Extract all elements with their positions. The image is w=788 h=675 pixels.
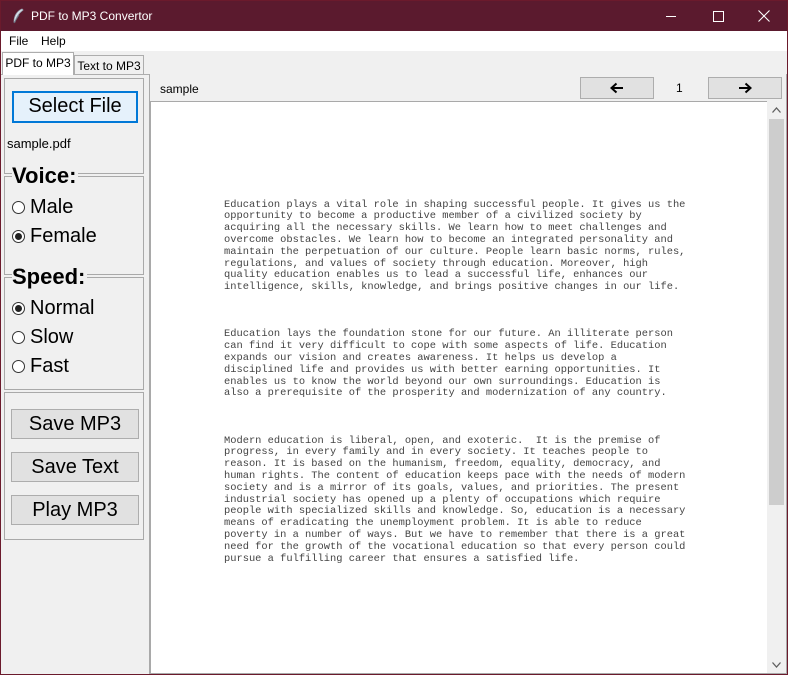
scroll-thumb[interactable] [769,119,784,505]
minimize-icon [665,15,676,17]
window-title: PDF to MP3 Convertor [31,9,153,23]
menu-bar: File Help [1,31,787,51]
arrow-left-icon [610,82,623,94]
radio-indicator [12,229,25,243]
radio-indicator [12,200,25,214]
close-icon [758,10,770,22]
voice-frame: Voice: Male Female [4,163,144,275]
speed-option-label: Normal [30,296,95,319]
select-file-button[interactable]: Select File [12,91,138,123]
app-window: PDF to MP3 Convertor File Help PDF to MP… [0,0,788,675]
voice-label: Voice: [12,163,79,189]
radio-indicator [12,359,25,373]
radio-indicator [12,301,25,315]
pdf-viewer: sample 1 Education plays a vital role in… [149,74,787,674]
paragraph: Modern education is liberal, open, and e… [224,434,686,565]
voice-radio-female[interactable]: Female [12,224,97,248]
speed-option-label: Slow [30,325,74,348]
speed-radio-fast[interactable]: Fast [12,354,69,378]
save-mp3-button[interactable]: Save MP3 [11,409,139,439]
document-title: sample [160,82,199,96]
tab-text-to-mp3[interactable]: Text to MP3 [74,55,144,75]
chevron-up-icon [772,106,781,113]
speed-radio-slow[interactable]: Slow [12,325,73,349]
vertical-scrollbar[interactable] [767,101,786,673]
maximize-icon [712,10,724,22]
paragraph: Education plays a vital role in shaping … [224,198,686,294]
speed-label: Speed: [12,264,88,290]
file-frame: Select File sample.pdf [4,78,144,174]
minimize-button[interactable] [648,1,694,31]
title-bar[interactable]: PDF to MP3 Convertor [1,1,787,31]
scroll-down-button[interactable] [767,656,786,673]
arrow-right-icon [739,82,752,94]
speed-option-label: Fast [30,354,69,377]
save-text-button[interactable]: Save Text [11,452,139,482]
page-number: 1 [676,81,683,95]
feather-icon [13,8,24,24]
chevron-down-icon [772,661,781,668]
actions-frame: Save MP3 Save Text Play MP3 [4,392,144,540]
speed-frame: Speed: Normal Slow Fast [4,264,144,390]
play-mp3-button[interactable]: Play MP3 [11,495,139,525]
close-button[interactable] [741,1,787,31]
voice-option-label: Female [30,224,97,247]
tab-pdf-to-mp3[interactable]: PDF to MP3 [2,52,74,75]
voice-option-label: Male [30,195,74,218]
next-page-button[interactable] [708,77,782,99]
page-canvas[interactable]: Education plays a vital role in shaping … [150,101,767,673]
selected-file-name: sample.pdf [7,136,71,151]
maximize-button[interactable] [695,1,741,31]
menu-help[interactable]: Help [41,34,66,48]
page-text: Education plays a vital role in shaping … [224,176,704,601]
voice-radio-male[interactable]: Male [12,195,73,219]
previous-page-button[interactable] [580,77,654,99]
scroll-up-button[interactable] [767,101,786,118]
speed-radio-normal[interactable]: Normal [12,296,94,320]
menu-file[interactable]: File [9,34,28,48]
paragraph: Education lays the foundation stone for … [224,328,673,400]
radio-indicator [12,330,25,344]
